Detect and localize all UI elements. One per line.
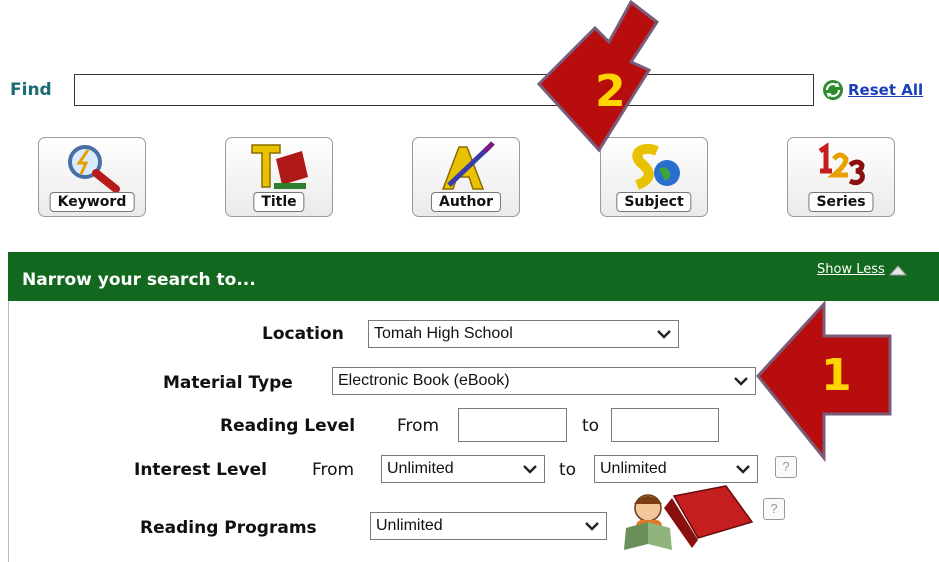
reset-all-link[interactable]: Reset All	[822, 79, 923, 101]
series-search-button[interactable]: Series	[787, 137, 895, 217]
annotation-number-1: 1	[821, 350, 852, 401]
reading-programs-select[interactable]: Unlimited	[370, 512, 607, 540]
narrow-panel-title: Narrow your search to...	[22, 270, 256, 290]
location-select[interactable]: Tomah High School	[368, 320, 679, 348]
chevron-down-icon	[523, 465, 537, 474]
find-input[interactable]	[74, 74, 814, 106]
reading-level-from-input[interactable]	[458, 408, 567, 442]
refresh-icon	[823, 80, 843, 100]
collapse-up-icon	[888, 264, 907, 275]
title-book-icon	[251, 144, 308, 189]
interest-level-to-select[interactable]: Unlimited	[594, 455, 758, 483]
series-123-icon	[818, 142, 865, 186]
keyword-button-label: Keyword	[49, 192, 135, 212]
chevron-down-icon	[734, 377, 748, 386]
chevron-down-icon	[736, 465, 750, 474]
show-less-label: Show Less	[817, 262, 885, 277]
interest-level-from-label: From	[312, 460, 355, 480]
annotation-number-2: 2	[595, 66, 626, 117]
location-label: Location	[262, 324, 344, 344]
subject-button-label: Subject	[616, 192, 692, 212]
reading-programs-help-icon[interactable]: ?	[763, 498, 785, 520]
find-label: Find	[10, 80, 52, 100]
reading-level-from-label: From	[397, 416, 440, 436]
chevron-down-icon	[585, 522, 599, 531]
panel-left-border	[8, 301, 9, 562]
chevron-down-icon	[657, 330, 671, 339]
reading-level-to-label: to	[582, 416, 600, 436]
interest-level-label: Interest Level	[134, 460, 267, 480]
reading-level-to-input[interactable]	[611, 408, 719, 442]
keyword-search-button[interactable]: Keyword	[38, 137, 146, 217]
location-value: Tomah High School	[374, 325, 513, 342]
title-button-label: Title	[253, 192, 305, 212]
reset-all-label: Reset All	[848, 81, 924, 99]
reading-programs-label: Reading Programs	[140, 518, 317, 538]
author-button-label: Author	[431, 192, 501, 212]
reading-programs-value: Unlimited	[376, 517, 443, 534]
reading-kid-books-icon	[624, 485, 754, 550]
author-search-button[interactable]: Author	[412, 137, 520, 217]
author-quill-icon	[441, 141, 495, 190]
material-type-label: Material Type	[163, 373, 293, 393]
show-less-link[interactable]: Show Less	[817, 262, 907, 277]
reading-level-label: Reading Level	[220, 416, 356, 436]
interest-level-from-value: Unlimited	[387, 460, 454, 477]
material-type-value: Electronic Book (eBook)	[338, 372, 510, 389]
interest-level-to-label: to	[559, 460, 577, 480]
interest-level-from-select[interactable]: Unlimited	[381, 455, 545, 483]
magnifier-icon	[68, 145, 120, 193]
title-search-button[interactable]: Title	[225, 137, 333, 217]
series-button-label: Series	[808, 192, 874, 212]
material-type-select[interactable]: Electronic Book (eBook)	[332, 367, 756, 395]
interest-level-to-value: Unlimited	[600, 460, 667, 477]
